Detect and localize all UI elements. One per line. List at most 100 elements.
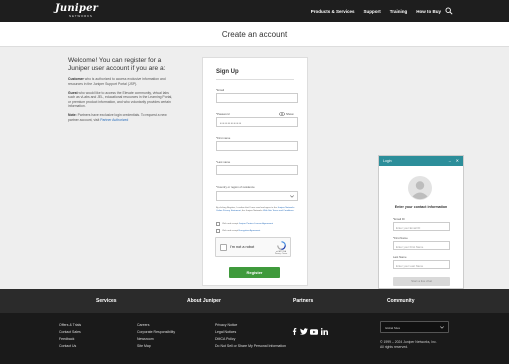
first-name-label: *First name	[216, 136, 231, 140]
logo-wordmark: Juniper	[55, 3, 99, 14]
search-icon[interactable]	[445, 7, 453, 15]
nav-support[interactable]: Support	[363, 9, 380, 14]
eye-icon[interactable]	[279, 112, 285, 116]
language-value: Global Sites	[385, 326, 401, 330]
footer-link-site-map[interactable]: Site Map	[137, 344, 151, 348]
last-name-field[interactable]	[216, 165, 298, 175]
recaptcha-icon	[277, 241, 286, 250]
guest-text: who would like to access the Elevate com…	[68, 90, 173, 109]
footer-headings: Services About Juniper Partners Communit…	[0, 289, 509, 313]
chat-header: Login – ✕	[379, 156, 463, 166]
minimize-icon[interactable]: –	[449, 158, 451, 163]
footer-link-offers[interactable]: Offers & Trials	[59, 323, 81, 327]
close-icon[interactable]: ✕	[456, 158, 459, 163]
footer-link-contact-sales[interactable]: Contact Sales	[59, 330, 81, 334]
check2-text: Click and accept	[222, 230, 239, 232]
country-select[interactable]	[216, 191, 298, 201]
last-name-label: *Last name	[216, 160, 231, 164]
copyright-line-2: All rights reserved.	[380, 345, 409, 349]
guest-label: Guest	[68, 90, 78, 95]
divider	[216, 79, 294, 80]
show-password-label[interactable]: Show	[286, 112, 294, 116]
footer-link-contact-us[interactable]: Contact Us	[59, 344, 76, 348]
chevron-down-icon	[440, 326, 444, 329]
social-links	[292, 322, 330, 340]
email-label: *Email	[216, 88, 225, 92]
intro-guest: Guest who would like to access the Eleva…	[68, 91, 176, 109]
language-select[interactable]: Global Sites	[380, 321, 449, 333]
consent-intro: By clicking Register, I confirm that I h…	[216, 207, 278, 209]
check1-text: Click and accept	[222, 223, 239, 225]
chat-title: Login	[383, 159, 392, 163]
chat-first-name-placeholder: Enter your First Name	[396, 244, 424, 249]
intro-customer: Customer who is authorized to access exc…	[68, 77, 176, 86]
logo-subtext: NETWORKS	[69, 14, 93, 18]
encryption-text: Click and accept Encryption Agreement	[222, 230, 260, 232]
chat-heading: Enter your contact information	[394, 205, 448, 209]
linkedin-icon[interactable]	[320, 322, 328, 340]
chat-first-name-label: *First Name	[393, 236, 408, 240]
recaptcha-label: I'm not a robot	[230, 245, 255, 249]
country-label: *Country or region of residence	[216, 185, 255, 189]
top-nav: Juniper NETWORKS Products & Services Sup…	[0, 0, 509, 22]
nav-training[interactable]: Training	[390, 9, 408, 14]
chat-email-label: *Email ID	[393, 217, 405, 221]
recaptcha-brand: reCAPTCHA Privacy - Terms	[274, 251, 288, 256]
chevron-down-icon	[290, 195, 294, 198]
footer-link-careers[interactable]: Careers	[137, 323, 149, 327]
footer-link-privacy[interactable]: Privacy Notice	[215, 323, 237, 327]
footer-heading-partners[interactable]: Partners	[293, 298, 313, 304]
partner-license-link[interactable]: Juniper Partner License Agreement	[239, 223, 273, 225]
footer-heading-services[interactable]: Services	[96, 298, 117, 304]
register-button[interactable]: Register	[229, 267, 280, 278]
intro-note: Note: Partners have exclusive login cred…	[68, 113, 176, 122]
footer-link-legal[interactable]: Legal Notices	[215, 330, 236, 334]
password-value: ••••••••••••••	[220, 121, 242, 125]
chat-last-name-label: Last Name	[393, 255, 407, 259]
footer-link-feedback[interactable]: Feedback	[59, 337, 74, 341]
footer-link-do-not-sell[interactable]: Do Not Sell or Share My Personal Informa…	[215, 344, 286, 348]
consent-text: By clicking Register, I confirm that I h…	[216, 207, 298, 213]
footer-heading-about[interactable]: About Juniper	[187, 298, 221, 304]
partner-license-text: Click and accept Juniper Partner License…	[222, 223, 273, 225]
nav-how-to-buy[interactable]: How to Buy	[416, 9, 441, 14]
title-band: Create an account	[0, 22, 509, 47]
footer-heading-community[interactable]: Community	[387, 298, 415, 304]
chat-first-name-field[interactable]: Enter your First Name	[393, 241, 450, 250]
nav-products-services[interactable]: Products & Services	[311, 9, 355, 14]
partner-link[interactable]: Partner Authorized	[100, 118, 128, 122]
password-field[interactable]: ••••••••••••••	[216, 117, 298, 127]
youtube-icon[interactable]	[310, 322, 318, 340]
chat-widget: Login – ✕ Enter your contact information…	[378, 155, 464, 289]
footer-link-dmca[interactable]: DMCA Policy	[215, 337, 235, 341]
consent-end: .	[293, 210, 295, 212]
copyright: © 1999 – 2024 Juniper Networks, Inc. All…	[380, 340, 437, 350]
password-label: *Password	[216, 112, 230, 116]
first-name-field[interactable]	[216, 141, 298, 151]
chat-last-name-field[interactable]: Enter your Last Name	[393, 260, 450, 269]
email-field[interactable]	[216, 93, 298, 103]
encryption-link[interactable]: Encryption Agreement	[239, 230, 261, 232]
encryption-checkbox[interactable]	[216, 229, 220, 233]
encryption-check-row: Click and accept Encryption Agreement	[216, 229, 301, 233]
intro-heading: Welcome! You can register for a Juniper …	[68, 57, 166, 73]
chat-email-placeholder: Enter your Email ID	[396, 225, 421, 230]
recaptcha-checkbox[interactable]	[220, 244, 227, 251]
user-avatar-icon	[408, 176, 432, 200]
intro-section: Welcome! You can register for a Juniper …	[68, 57, 176, 122]
partner-license-check-row: Click and accept Juniper Partner License…	[216, 222, 301, 226]
twitter-icon[interactable]	[299, 322, 308, 340]
terms-link[interactable]: Web Site Terms and Conditions	[263, 210, 294, 212]
facebook-icon[interactable]	[292, 322, 297, 340]
chat-email-field[interactable]: Enter your Email ID	[393, 222, 450, 231]
consent-mid: , the Juniper Networks	[240, 210, 264, 212]
juniper-logo[interactable]: Juniper NETWORKS	[55, 3, 99, 19]
chat-last-name-placeholder: Enter your Last Name	[396, 263, 424, 268]
footer-link-newsroom[interactable]: Newsroom	[137, 337, 154, 341]
partner-license-checkbox[interactable]	[216, 222, 220, 226]
start-chat-button[interactable]: Start a live chat	[393, 277, 450, 286]
customer-label: Customer	[68, 77, 84, 82]
page-title: Create an account	[221, 30, 288, 39]
recaptcha-widget: I'm not a robot reCAPTCHA Privacy - Term…	[215, 237, 291, 257]
footer-link-corporate-responsibility[interactable]: Corporate Responsibility	[137, 330, 175, 334]
